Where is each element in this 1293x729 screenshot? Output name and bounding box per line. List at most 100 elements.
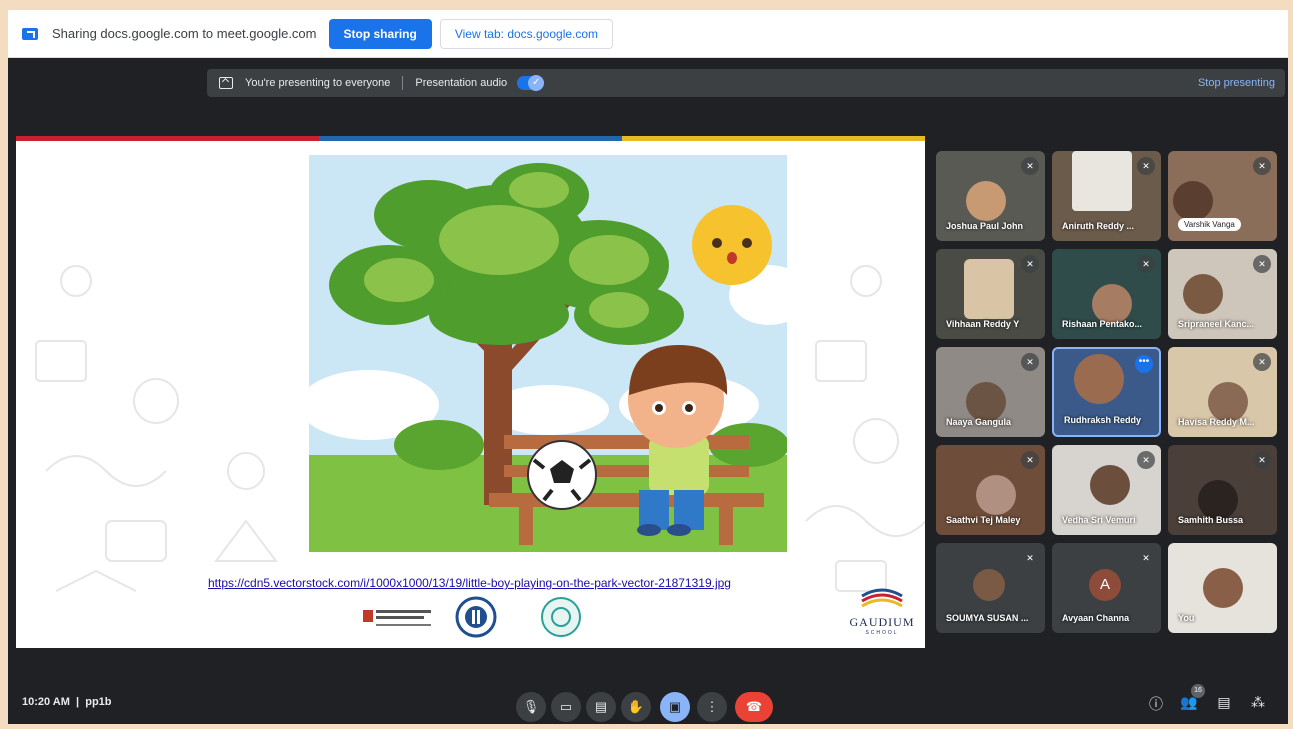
mic-off-icon: ✕	[1137, 255, 1155, 273]
mic-off-icon: ✕	[1021, 353, 1039, 371]
participant-tile-active-speaker[interactable]: ••• Rudhraksh Reddy	[1052, 347, 1161, 437]
mic-off-icon: ✕	[1253, 157, 1271, 175]
sharing-bar: Sharing docs.google.com to meet.google.c…	[8, 10, 1288, 58]
mic-off-icon: ✕	[1021, 549, 1039, 567]
participant-name: Rishaan Pentako...	[1062, 319, 1143, 329]
meet-window: You're presenting to everyone Presentati…	[8, 58, 1288, 724]
presentation-slide: https://cdn5.vectorstock.com/i/1000x1000…	[16, 136, 925, 648]
stop-presenting-button[interactable]: Stop presenting	[1198, 77, 1275, 89]
divider: |	[72, 696, 83, 708]
participant-tile[interactable]: ✕ Varshik Vanga	[1168, 151, 1277, 241]
participant-name: Aniruth Reddy ...	[1062, 221, 1134, 231]
participant-tile[interactable]: ✕ Aniruth Reddy ...	[1052, 151, 1161, 241]
participant-tile[interactable]: ✕ Vihhaan Reddy Y	[936, 249, 1045, 339]
mic-off-icon: ✕	[1021, 255, 1039, 273]
participant-video	[1203, 568, 1243, 608]
mic-off-icon: ✕	[1021, 451, 1039, 469]
divider	[402, 76, 404, 90]
ib-logo	[455, 596, 497, 638]
participant-video	[966, 382, 1006, 422]
participant-name: Joshua Paul John	[946, 221, 1024, 231]
presentation-audio-toggle[interactable]: ✓	[517, 75, 545, 91]
participant-name: Sripraneel Kanc...	[1178, 319, 1255, 329]
participant-tile[interactable]: ✕ Saathvi Tej Maley	[936, 445, 1045, 535]
boy-in-park-illustration	[309, 155, 787, 552]
participant-tile[interactable]: A ✕ Avyaan Channa	[1052, 543, 1161, 633]
school-affiliation-logos	[363, 596, 581, 638]
self-view-tile[interactable]: You	[1168, 543, 1277, 633]
participant-video	[1183, 274, 1223, 314]
presenting-bar: You're presenting to everyone Presentati…	[207, 69, 1285, 97]
participant-tile[interactable]: ✕ Vedha Sri Vemuri	[1052, 445, 1161, 535]
cbse-logo	[541, 597, 581, 637]
participant-tile[interactable]: ✕ SOUMYA SUSAN ...	[936, 543, 1045, 633]
participant-video	[966, 181, 1006, 221]
participant-name: SOUMYA SUSAN ...	[946, 613, 1029, 623]
activities-button[interactable]: ⁂	[1247, 694, 1269, 718]
participant-tile[interactable]: ✕ Sripraneel Kanc...	[1168, 249, 1277, 339]
hang-up-icon: ☎	[745, 699, 763, 714]
microphone-button[interactable]: 🎙	[516, 692, 546, 722]
camera-button[interactable]: ▭	[551, 692, 581, 722]
sun	[692, 205, 772, 285]
mic-off-icon: ✕	[1021, 157, 1039, 175]
participant-name: Havisa Reddy M...	[1178, 417, 1255, 427]
participant-tile[interactable]: ✕ Rishaan Pentako...	[1052, 249, 1161, 339]
participant-video	[1074, 354, 1124, 404]
participant-name: Samhith Bussa	[1178, 515, 1244, 525]
captions-icon: ▤	[594, 699, 608, 714]
participant-name: Vedha Sri Vemuri	[1062, 515, 1136, 525]
present-now-button[interactable]: ▣	[660, 692, 690, 722]
stop-sharing-button[interactable]: Stop sharing	[328, 18, 432, 49]
image-source-link[interactable]: https://cdn5.vectorstock.com/i/1000x1000…	[208, 576, 731, 590]
raise-hand-button[interactable]: ✋	[621, 692, 651, 722]
avatar	[973, 569, 1005, 601]
participant-video	[976, 475, 1016, 515]
view-tab-button[interactable]: View tab: docs.google.com	[439, 18, 614, 49]
participant-video	[964, 259, 1014, 319]
present-screen-icon	[219, 77, 233, 89]
more-options-button[interactable]: ⋮	[697, 692, 727, 722]
participant-tile[interactable]: ✕ Naaya Gangula	[936, 347, 1045, 437]
participant-name: Saathvi Tej Maley	[946, 515, 1021, 525]
meeting-code: pp1b	[85, 696, 112, 708]
participant-name: Varshik Vanga	[1178, 218, 1241, 231]
soccer-ball	[527, 440, 597, 510]
participant-video	[1198, 480, 1238, 520]
current-time: 10:20 AM	[22, 696, 70, 708]
participant-name: Rudhraksh Reddy	[1064, 415, 1142, 425]
hand-icon: ✋	[627, 699, 645, 714]
participant-tile[interactable]: ✕ Samhith Bussa	[1168, 445, 1277, 535]
mic-icon: 🎙	[522, 699, 540, 714]
participant-name: Avyaan Channa	[1062, 613, 1130, 623]
more-vert-icon: ⋮	[705, 699, 719, 714]
participant-tile[interactable]: ✕ Havisa Reddy M...	[1168, 347, 1277, 437]
meeting-info: 10:20 AM | pp1b	[22, 696, 112, 708]
mic-off-icon: ✕	[1253, 353, 1271, 371]
presenting-status-text: You're presenting to everyone	[245, 77, 391, 89]
participant-name: Vihhaan Reddy Y	[946, 319, 1020, 329]
participant-video	[1092, 284, 1132, 324]
meeting-details-button[interactable]: ⓘ	[1145, 694, 1167, 718]
activities-icon: ⁂	[1251, 694, 1265, 710]
participant-name: You	[1178, 613, 1195, 623]
leave-call-button[interactable]: ☎	[735, 692, 773, 722]
gaudium-ribbon-icon	[861, 588, 903, 608]
captions-button[interactable]: ▤	[586, 692, 616, 722]
camera-icon: ▭	[559, 699, 573, 714]
presentation-audio-label: Presentation audio	[415, 77, 508, 89]
participant-video	[1072, 151, 1132, 211]
participant-tile[interactable]: ✕ Joshua Paul John	[936, 151, 1045, 241]
mic-off-icon: ✕	[1253, 255, 1271, 273]
participant-video	[1173, 181, 1213, 221]
present-icon: ▣	[668, 699, 682, 714]
call-controls-bar: 10:20 AM | pp1b 🎙 ▭ ▤ ✋ ▣ ⋮ ☎ ⓘ 👥 16 ▤ ⁂	[8, 678, 1288, 724]
school-name: GAUDIUM	[849, 615, 915, 629]
mic-off-icon: ✕	[1137, 549, 1155, 567]
speaking-indicator-icon: •••	[1135, 355, 1153, 373]
mic-off-icon: ✕	[1137, 451, 1155, 469]
participant-name: Naaya Gangula	[946, 417, 1012, 427]
check-icon: ✓	[528, 75, 545, 91]
chat-button[interactable]: ▤	[1213, 694, 1235, 718]
people-count-badge: 16	[1191, 684, 1205, 698]
